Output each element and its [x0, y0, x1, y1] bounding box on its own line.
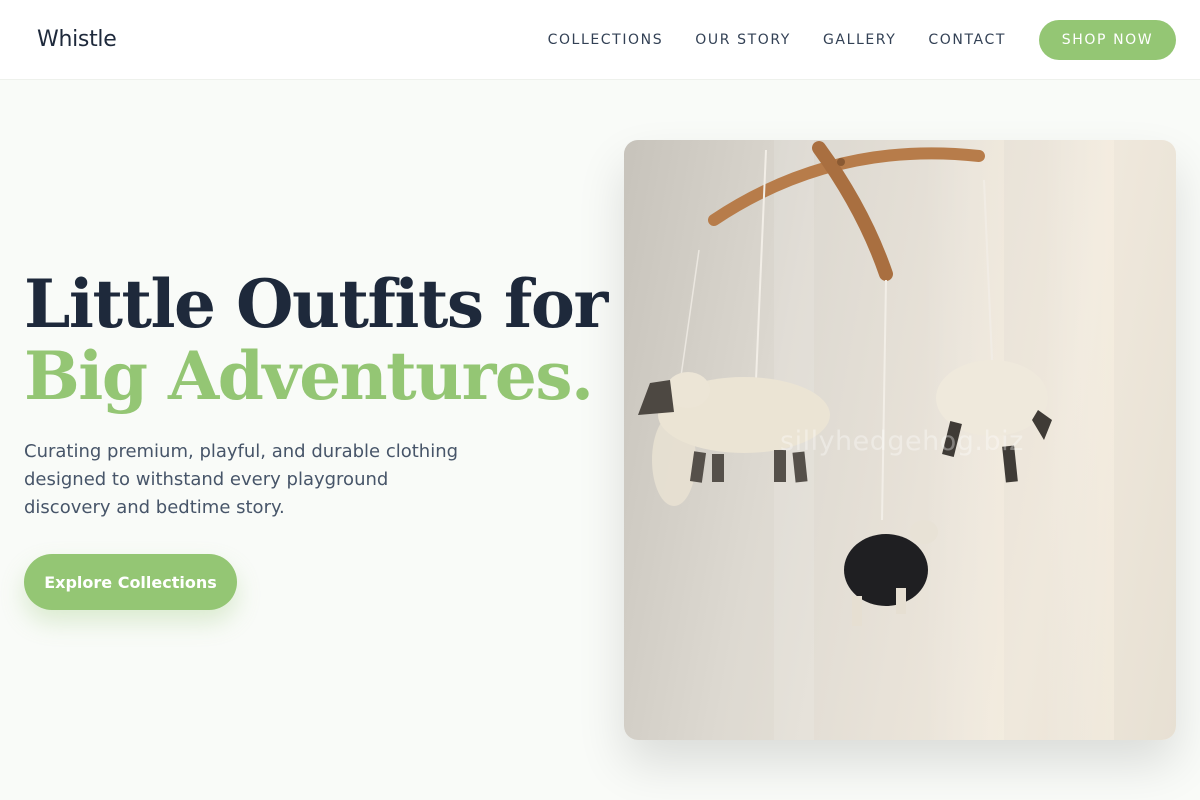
explore-collections-button[interactable]: Explore Collections [24, 554, 237, 610]
brand-logo[interactable]: Whistle [37, 27, 117, 52]
hero-title-line2: Big Adventures. [24, 337, 594, 415]
shop-now-button[interactable]: SHOP NOW [1039, 19, 1176, 60]
nav-link-our-story[interactable]: OUR STORY [695, 32, 791, 48]
nav-link-contact[interactable]: CONTACT [928, 32, 1006, 48]
nav-link-gallery[interactable]: GALLERY [823, 32, 896, 48]
main-nav: COLLECTIONS OUR STORY GALLERY CONTACT [548, 32, 1006, 48]
hero-image: sillyhedgehog.biz [624, 140, 1176, 740]
hero-subtitle: Curating premium, playful, and durable c… [24, 441, 459, 518]
hero-title: Little Outfits for Big Adventures. [24, 265, 608, 415]
site-header: Whistle COLLECTIONS OUR STORY GALLERY CO… [0, 0, 1200, 80]
nav-link-collections[interactable]: COLLECTIONS [548, 32, 664, 48]
hero-title-line1: Little Outfits for [24, 265, 608, 343]
image-watermark: sillyhedgehog.biz [780, 426, 1024, 457]
black-sheep [844, 520, 938, 626]
